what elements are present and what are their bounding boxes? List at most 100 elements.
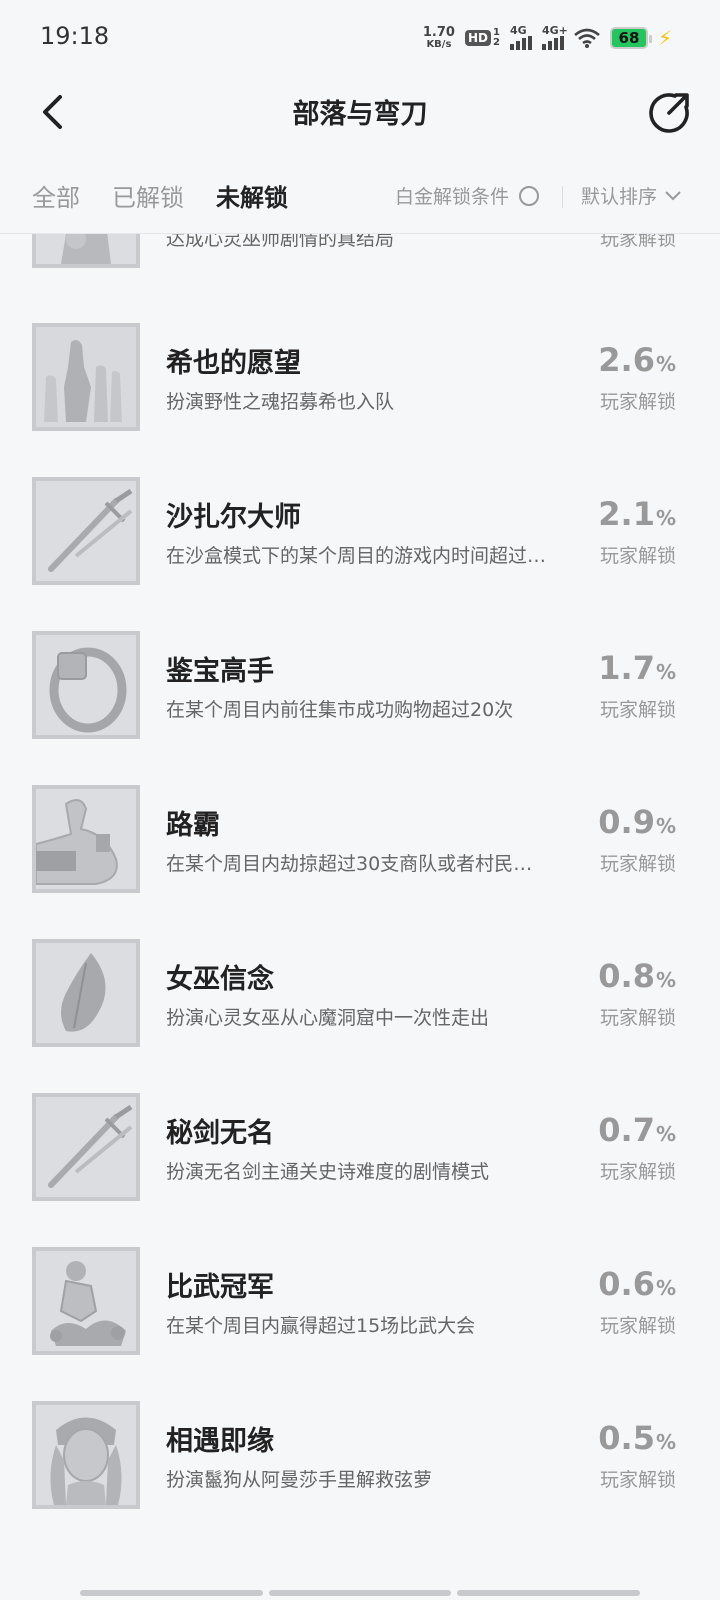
unlock-rate: 2.6% bbox=[598, 341, 676, 379]
percent-sign: % bbox=[655, 352, 676, 376]
achievement-desc: 扮演无名剑主通关史诗难度的剧情模式 bbox=[166, 1161, 490, 1183]
hd-icon: HD 1 2 bbox=[464, 28, 500, 48]
ring-icon bbox=[32, 631, 140, 739]
achievement-name: 希也的愿望 bbox=[166, 348, 301, 379]
achievement-name: 秘剑无名 bbox=[166, 1118, 274, 1149]
achievement-row[interactable]: 女巫信念 扮演心灵女巫从心魔洞窟中一次性走出 0.8% 玩家解锁 bbox=[0, 939, 720, 1049]
achievement-name: 相遇即缘 bbox=[166, 1426, 274, 1457]
hd-label: HD bbox=[464, 30, 491, 46]
percent-sign: % bbox=[655, 1122, 676, 1146]
network-speed-unit: KB/s bbox=[426, 39, 452, 50]
achievement-row[interactable]: 路霸 在某个周目内劫掠超过30支商队或者村民的队伍 0.9% 玩家解锁 bbox=[0, 785, 720, 895]
unlock-rate: 0.7% bbox=[598, 1111, 676, 1149]
unlock-label: 玩家解锁 bbox=[599, 234, 676, 250]
percent-sign: % bbox=[655, 506, 676, 530]
signal-label: 4G bbox=[509, 24, 527, 37]
unlock-rate-value: 2.1 bbox=[598, 495, 655, 533]
achievement-row[interactable]: 达成心灵巫师剧情的真结局 玩家解锁 bbox=[0, 234, 720, 270]
unlock-label: 玩家解锁 bbox=[599, 853, 676, 875]
filter-bar: 全部 已解锁 未解锁 白金解锁条件 默认排序 bbox=[0, 160, 720, 234]
achievement-name: 路霸 bbox=[166, 810, 220, 841]
achievement-row[interactable]: 沙扎尔大师 在沙盒模式下的某个周目的游戏内时间超过一千天 2.1% 玩家解锁 bbox=[0, 477, 720, 587]
unlock-label: 玩家解锁 bbox=[599, 545, 676, 567]
unlock-rate: 1.7% bbox=[598, 649, 676, 687]
percent-sign: % bbox=[655, 660, 676, 684]
unlock-rate-value: 0.9 bbox=[598, 803, 655, 841]
unlock-rate: 0.6% bbox=[598, 1265, 676, 1303]
unlock-label: 玩家解锁 bbox=[599, 1161, 676, 1183]
achievement-row[interactable]: 秘剑无名 扮演无名剑主通关史诗难度的剧情模式 0.7% 玩家解锁 bbox=[0, 1093, 720, 1203]
share-button[interactable] bbox=[646, 88, 694, 136]
unlock-rate-value: 0.8 bbox=[598, 957, 655, 995]
unlock-rate-value: 0.5 bbox=[598, 1419, 655, 1457]
champion-icon bbox=[32, 1247, 140, 1355]
achievement-desc: 在沙盒模式下的某个周目的游戏内时间超过一千天 bbox=[166, 545, 551, 567]
unlock-label: 玩家解锁 bbox=[599, 1315, 676, 1337]
battery-icon: 68 bbox=[609, 27, 652, 49]
achievement-name: 沙扎尔大师 bbox=[166, 502, 301, 533]
network-speed: 1.70 KB/s bbox=[423, 26, 455, 50]
signal-icon: 4G+ bbox=[541, 24, 568, 50]
sword-icon bbox=[32, 1093, 140, 1201]
page-title: 部落与弯刀 bbox=[292, 99, 428, 130]
unlock-rate-value: 1.7 bbox=[598, 649, 655, 687]
portrait-icon bbox=[32, 1401, 140, 1509]
sort-label: 默认排序 bbox=[581, 186, 658, 208]
sort-dropdown[interactable]: 默认排序 bbox=[581, 182, 681, 209]
achievement-name: 比武冠军 bbox=[166, 1272, 274, 1303]
achievement-desc: 在某个周目内前往集市成功购物超过20次 bbox=[166, 699, 514, 721]
achievement-row[interactable]: 希也的愿望 扮演野性之魂招募希也入队 2.6% 玩家解锁 bbox=[0, 323, 720, 433]
tab-unlocked[interactable]: 已解锁 bbox=[112, 178, 184, 213]
unlock-label: 玩家解锁 bbox=[599, 1007, 676, 1029]
percent-sign: % bbox=[655, 814, 676, 838]
header: 部落与弯刀 bbox=[0, 76, 720, 148]
tab-all[interactable]: 全部 bbox=[32, 178, 80, 213]
achievement-row[interactable]: 比武冠军 在某个周目内赢得超过15场比武大会 0.6% 玩家解锁 bbox=[0, 1247, 720, 1357]
achievement-name: 鉴宝高手 bbox=[166, 656, 274, 687]
achievement-desc: 扮演鬣狗从阿曼莎手里解救弦萝 bbox=[166, 1469, 433, 1491]
divider bbox=[562, 186, 563, 208]
wifi-icon bbox=[574, 28, 600, 48]
signal-icon: 4G bbox=[509, 24, 532, 50]
achievement-desc: 扮演野性之魂招募希也入队 bbox=[166, 391, 395, 413]
unlock-rate: 0.5% bbox=[598, 1419, 676, 1457]
bottom-indicator bbox=[80, 1590, 641, 1596]
unlock-label: 玩家解锁 bbox=[599, 391, 676, 413]
unlock-rate-value: 0.7 bbox=[598, 1111, 655, 1149]
sword-icon bbox=[32, 477, 140, 585]
achievement-desc: 扮演心灵女巫从心魔洞窟中一次性走出 bbox=[166, 1007, 490, 1029]
mage-figure-icon bbox=[32, 234, 140, 268]
network-speed-value: 1.70 bbox=[422, 25, 455, 40]
unlock-rate: 0.9% bbox=[598, 803, 676, 841]
party-silhouette-icon bbox=[32, 323, 140, 431]
percent-sign: % bbox=[655, 1430, 676, 1454]
platinum-condition-label: 白金解锁条件 bbox=[395, 186, 510, 208]
platinum-condition-toggle[interactable]: 白金解锁条件 bbox=[395, 182, 540, 209]
achievement-name: 女巫信念 bbox=[166, 964, 274, 995]
share-icon bbox=[649, 93, 689, 133]
percent-sign: % bbox=[655, 968, 676, 992]
tab-locked[interactable]: 未解锁 bbox=[216, 178, 288, 213]
charging-icon: ⚡ bbox=[657, 26, 672, 50]
status-time: 19:18 bbox=[40, 22, 110, 50]
achievement-list: 达成心灵巫师剧情的真结局 玩家解锁 希也的愿望 扮演野性之魂招募希也入队 2.6… bbox=[0, 234, 720, 1560]
sim-bottom: 2 bbox=[492, 37, 500, 48]
status-icons: 1.70 KB/s HD 1 2 4G 4G+ 68 ⚡ bbox=[423, 22, 672, 54]
unlock-label: 玩家解锁 bbox=[599, 1469, 676, 1491]
achievement-desc: 在某个周目内赢得超过15场比武大会 bbox=[166, 1315, 476, 1337]
unlock-rate-value: 2.6 bbox=[598, 341, 655, 379]
muscle-arm-icon bbox=[32, 785, 140, 893]
unlock-rate: 0.8% bbox=[598, 957, 676, 995]
percent-sign: % bbox=[655, 1276, 676, 1300]
achievement-row[interactable]: 相遇即缘 扮演鬣狗从阿曼莎手里解救弦萝 0.5% 玩家解锁 bbox=[0, 1401, 720, 1511]
unlock-rate-value: 0.6 bbox=[598, 1265, 655, 1303]
status-bar: 19:18 1.70 KB/s HD 1 2 4G 4G+ 68 ⚡ bbox=[0, 0, 720, 76]
achievement-row[interactable]: 鉴宝高手 在某个周目内前往集市成功购物超过20次 1.7% 玩家解锁 bbox=[0, 631, 720, 741]
unlock-rate: 2.1% bbox=[598, 495, 676, 533]
achievement-desc: 达成心灵巫师剧情的真结局 bbox=[166, 234, 395, 250]
radio-icon bbox=[519, 185, 540, 206]
unlock-label: 玩家解锁 bbox=[599, 699, 676, 721]
leaf-icon bbox=[32, 939, 140, 1047]
achievement-desc: 在某个周目内劫掠超过30支商队或者村民的队伍 bbox=[166, 853, 551, 875]
chevron-down-icon bbox=[665, 190, 681, 200]
